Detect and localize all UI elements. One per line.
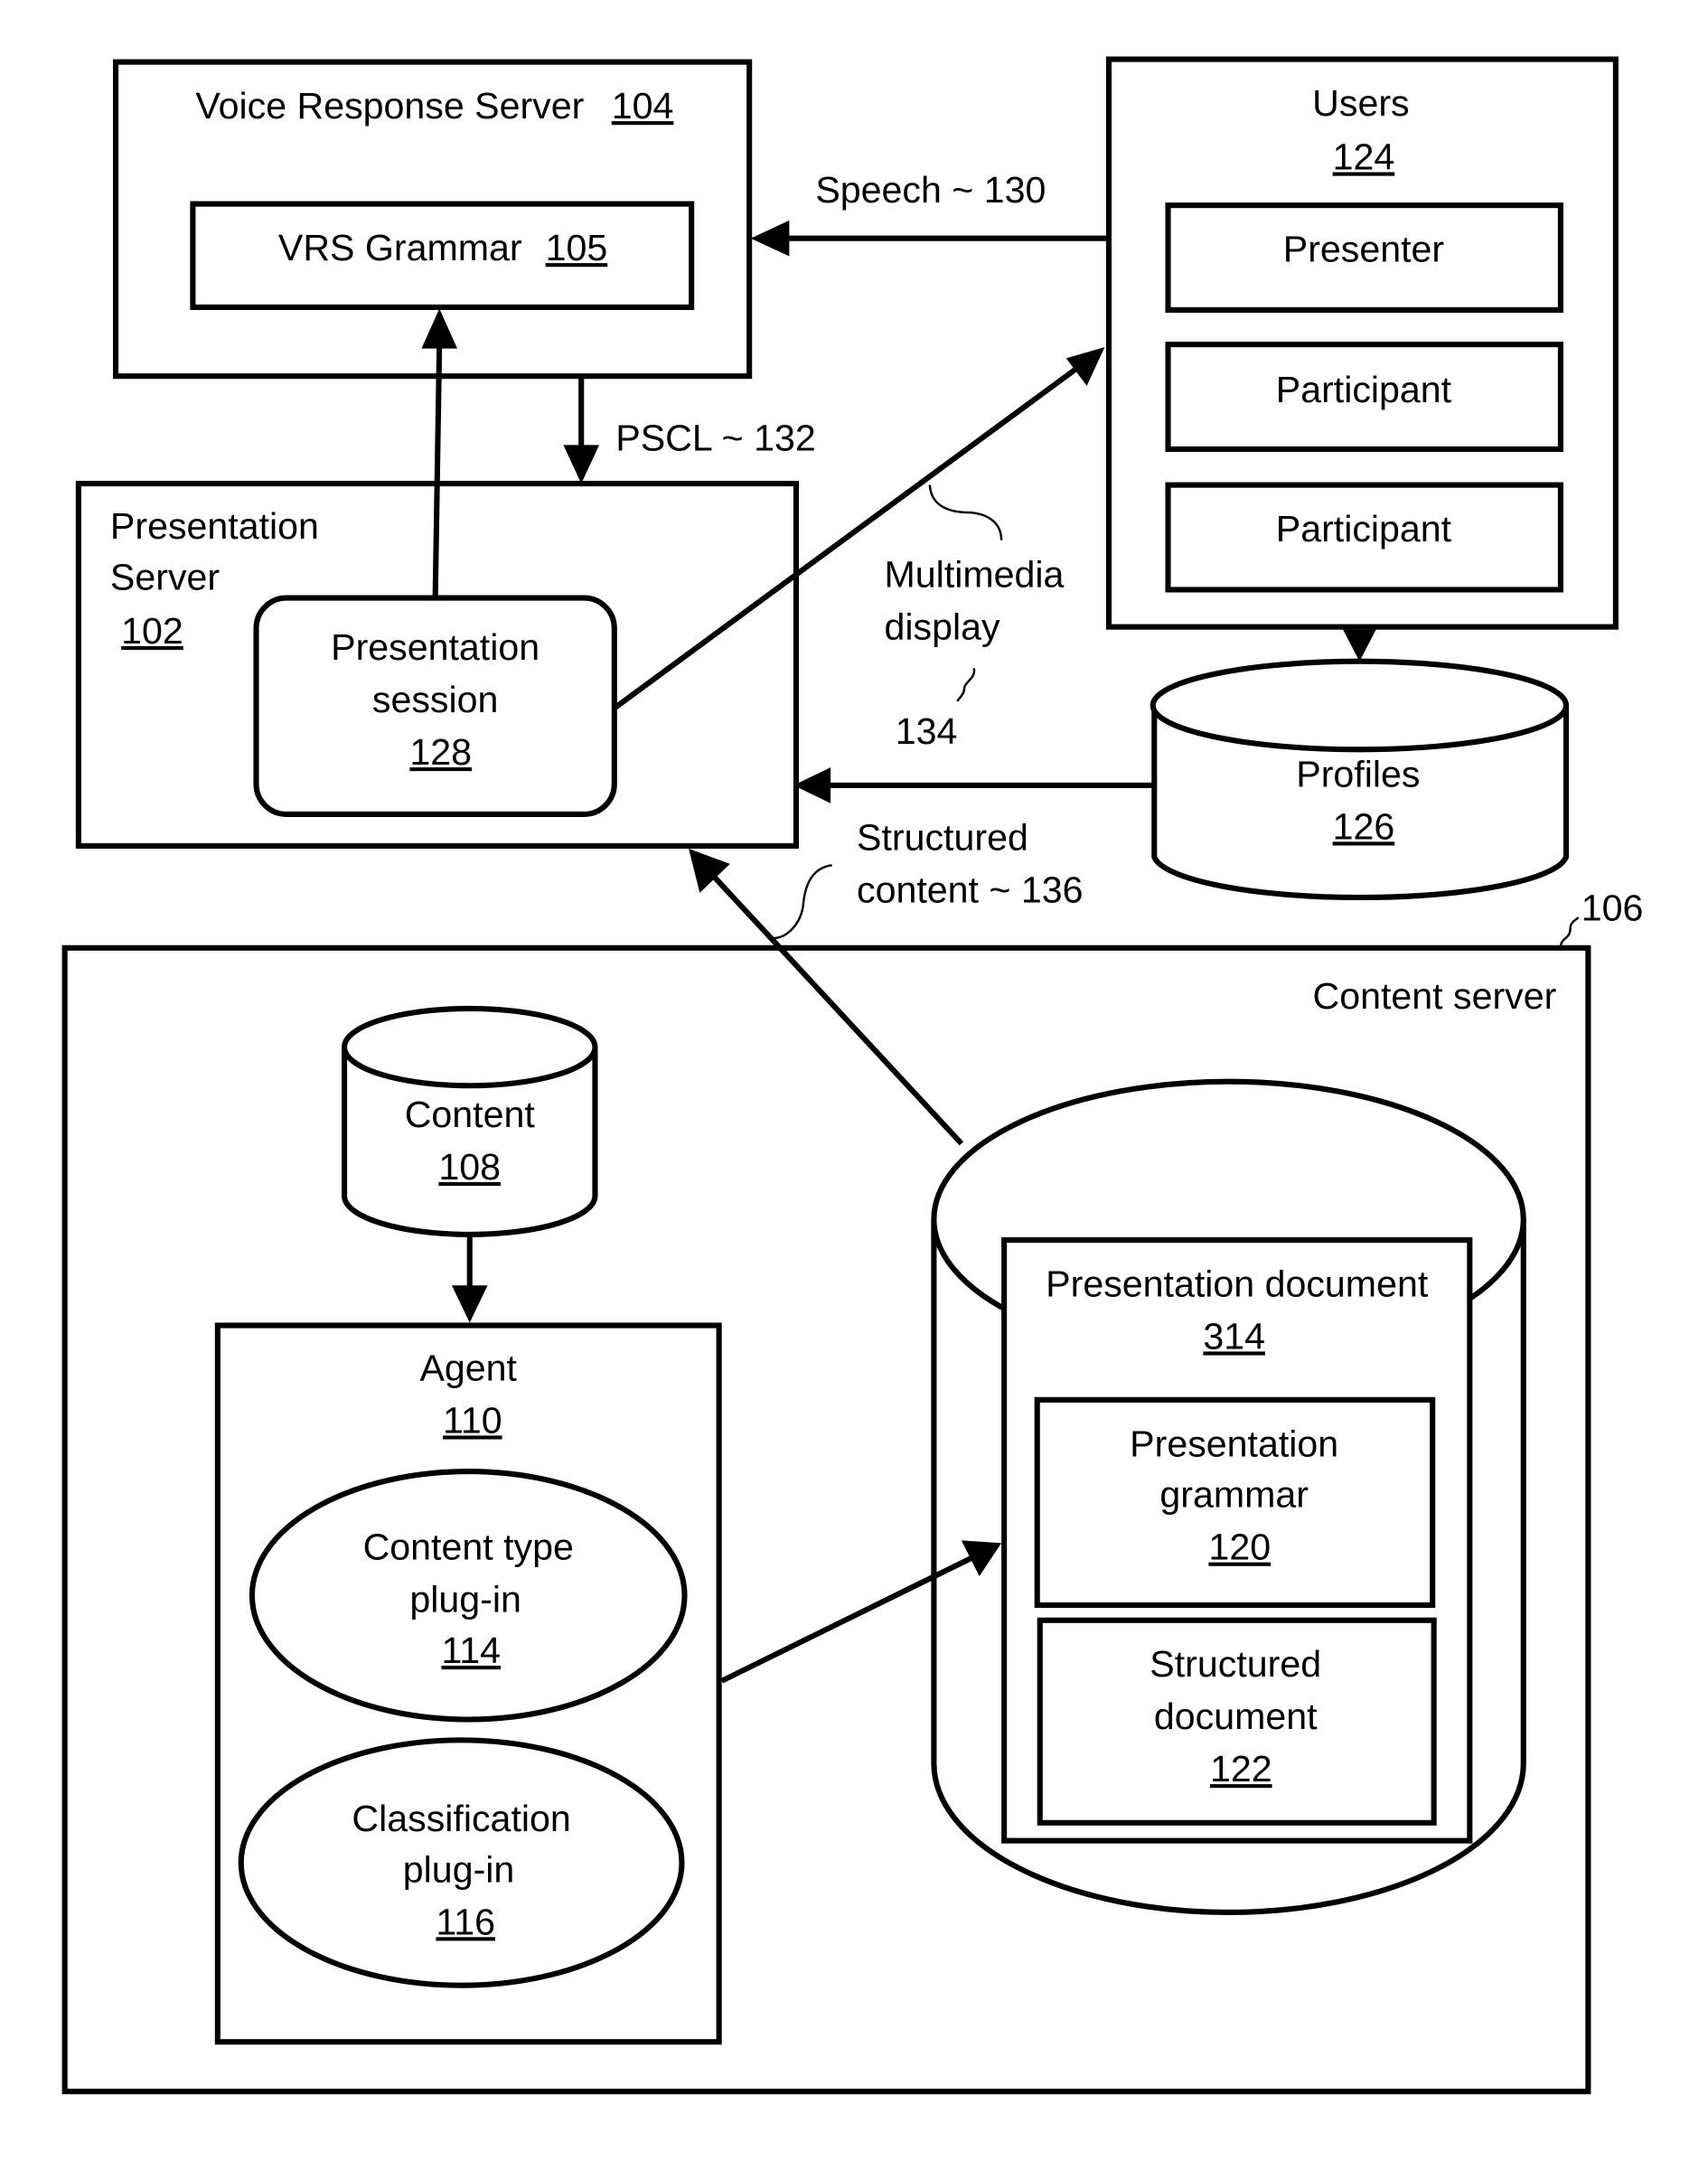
user-participant-label: Participant	[1276, 369, 1452, 410]
agent-label: Agent	[419, 1347, 517, 1388]
agent-ref: 110	[443, 1399, 502, 1441]
presentation-session: Presentation session 128	[253, 595, 617, 817]
presentation-grammar: Presentation grammar 120	[1034, 1396, 1436, 1609]
presentation-grammar-label-line2: grammar	[1159, 1474, 1309, 1516]
content-ref: 108	[438, 1146, 501, 1188]
presentation-document-label: Presentation document	[1046, 1263, 1429, 1304]
users-label: Users	[1312, 82, 1409, 124]
presentation-grammar-ref: 120	[1208, 1527, 1271, 1568]
classification-plugin-label-line2: plug-in	[403, 1848, 515, 1890]
multimedia-ref-leader	[956, 668, 976, 702]
structured-document: Structured document 122	[1037, 1617, 1437, 1826]
speech-label: Speech ~ 130	[815, 169, 1046, 211]
presentation-session-label-line2: session	[372, 679, 498, 720]
user-participant-label: Participant	[1276, 508, 1452, 550]
profiles-database: Profiles 126	[1150, 658, 1570, 901]
structured-content-leader	[772, 864, 832, 940]
content-type-plugin-ref: 114	[441, 1630, 501, 1671]
profiles-to-server-arrow	[793, 767, 1155, 803]
arrowhead-icon	[1065, 347, 1105, 386]
users-ref: 124	[1333, 136, 1395, 178]
presentation-session-ref: 128	[409, 731, 472, 773]
user-presenter: Presenter	[1165, 202, 1563, 314]
presentation-session-label-line1: Presentation	[331, 626, 540, 668]
content-database: Content 108	[342, 1005, 598, 1237]
structured-content-label-line1: Structured	[857, 817, 1028, 859]
presentation-server-label-line2: Server	[110, 556, 220, 597]
content-type-plugin-label-line2: plug-in	[409, 1579, 521, 1620]
profiles-cylinder-top	[1150, 658, 1570, 753]
profiles-label: Profiles	[1296, 753, 1420, 794]
classification-plugin: Classification plug-in 116	[238, 1737, 685, 1988]
multimedia-leader	[928, 484, 1003, 540]
user-presenter-label: Presenter	[1283, 229, 1445, 270]
presentation-server-ref: 102	[121, 610, 183, 652]
presentation-grammar-label-line1: Presentation	[1130, 1423, 1338, 1464]
vrs-grammar-ref: 105	[546, 227, 608, 268]
structured-content-label-line2: content ~ 136	[857, 869, 1083, 911]
voice-response-server-ref: 104	[612, 85, 674, 127]
user-participant: Participant	[1165, 482, 1563, 593]
users-to-profiles-arrow	[1343, 629, 1376, 662]
arrowhead-icon	[1343, 629, 1376, 662]
content-label: Content	[405, 1094, 536, 1135]
voice-response-server-label: Voice Response Server	[195, 85, 584, 127]
structured-document-label-line1: Structured	[1150, 1643, 1321, 1685]
profiles-ref: 126	[1333, 805, 1395, 847]
arrowhead-icon	[793, 767, 831, 803]
content-type-plugin-label-line1: Content type	[363, 1527, 574, 1568]
classification-plugin-ref: 116	[436, 1901, 495, 1942]
speech-arrow: Speech ~ 130	[750, 169, 1109, 257]
content-type-plugin: Content type plug-in 114	[249, 1469, 688, 1723]
multimedia-label-line2: display	[885, 606, 1000, 647]
user-participant: Participant	[1165, 342, 1563, 453]
system-diagram: Voice Response Server 104 VRS Grammar 10…	[61, 56, 1644, 2095]
multimedia-ref: 134	[896, 710, 958, 752]
arrowhead-icon	[563, 445, 600, 484]
structured-document-label-line2: document	[1154, 1696, 1318, 1737]
vrs-grammar: VRS Grammar 105	[190, 201, 695, 310]
presentation-document-ref: 314	[1203, 1315, 1265, 1357]
content-server-ref-leader	[1559, 916, 1580, 948]
content-server-label: Content server	[1313, 975, 1557, 1017]
classification-plugin-label-line1: Classification	[352, 1798, 570, 1839]
content-cylinder-top	[342, 1005, 598, 1089]
presentation-server-label-line1: Presentation	[110, 505, 319, 547]
users: Users 124 Presenter Participant Particip…	[1105, 56, 1619, 630]
pscl-label: PSCL ~ 132	[615, 417, 815, 458]
multimedia-label-line1: Multimedia	[885, 553, 1065, 595]
pscl-arrow: PSCL ~ 132	[563, 376, 816, 484]
content-server-ref: 106	[1581, 887, 1644, 928]
vrs-grammar-label: VRS Grammar	[278, 227, 522, 268]
structured-document-ref: 122	[1210, 1748, 1272, 1790]
arrowhead-icon	[750, 220, 790, 257]
